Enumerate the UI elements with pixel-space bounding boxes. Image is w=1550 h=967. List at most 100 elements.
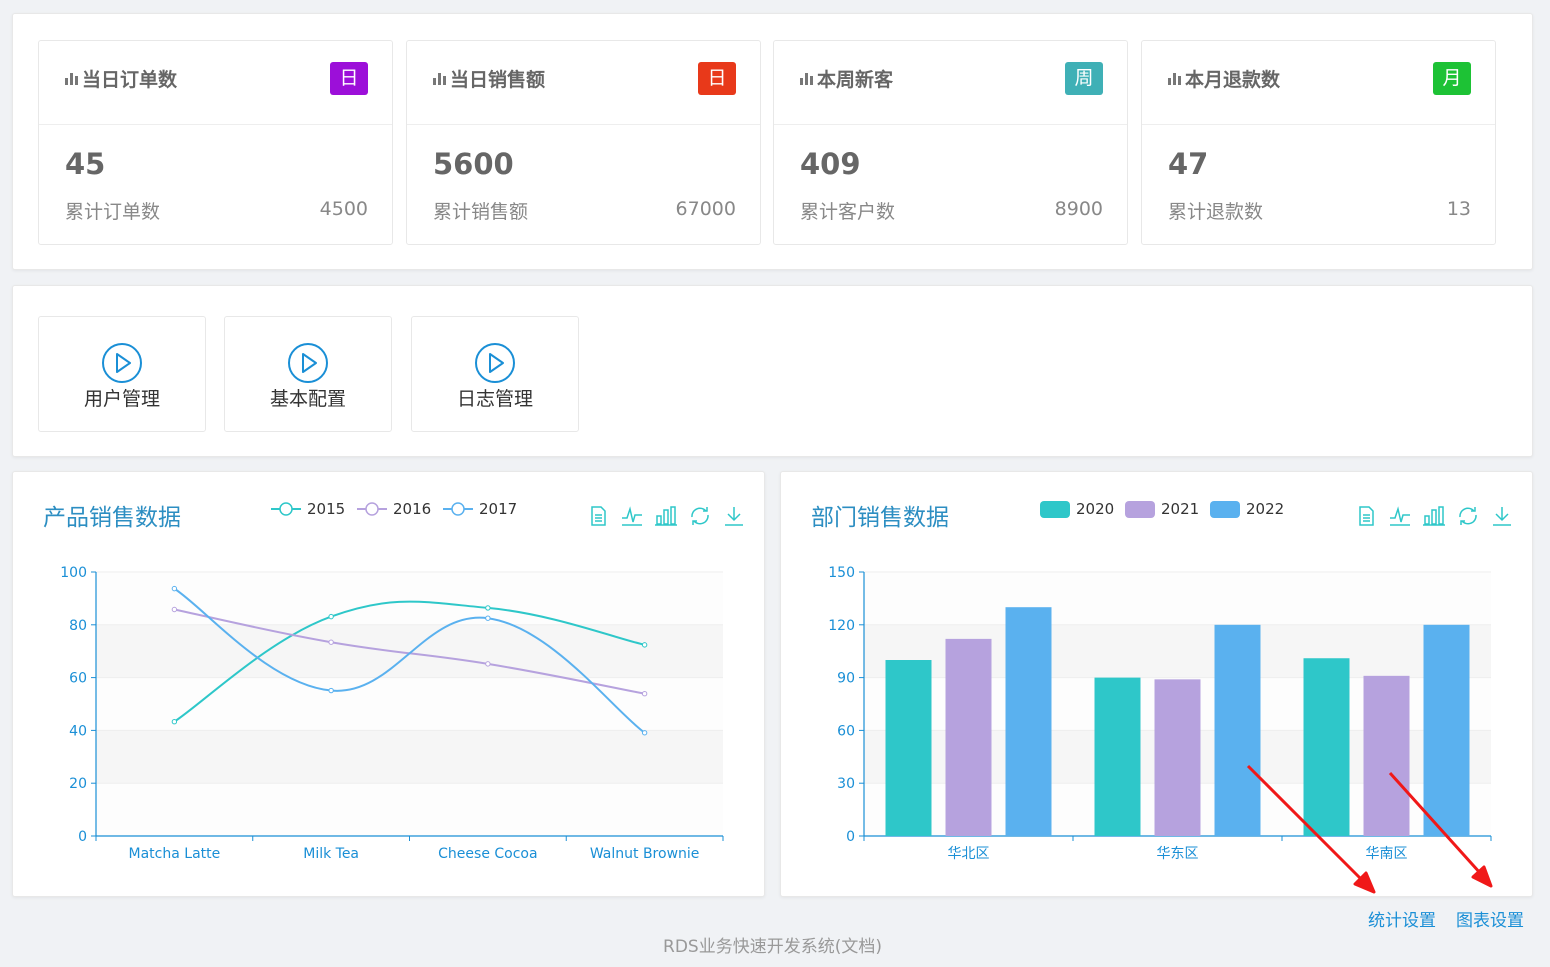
- grid-band: [96, 730, 723, 784]
- legend-swatch: [1125, 500, 1155, 518]
- data-point: [485, 661, 491, 667]
- data-point: [171, 585, 178, 592]
- quick-link-user-management[interactable]: 用户管理: [38, 316, 206, 432]
- bar-2020: [1094, 677, 1141, 836]
- y-tick-label: 30: [837, 776, 855, 792]
- stat-settings-link[interactable]: 统计设置: [1368, 906, 1436, 931]
- period-badge: 月: [1433, 62, 1471, 95]
- legend-label: 2020: [1076, 500, 1115, 518]
- legend-item-2016[interactable]: 2016: [357, 500, 431, 518]
- bar-chart-icon: [1168, 72, 1181, 85]
- stat-sub-value: 67000: [675, 198, 736, 220]
- stat-title: 本周新客: [817, 69, 894, 91]
- chart-toolbox: [1354, 504, 1514, 528]
- data-point: [328, 687, 334, 694]
- bar-2022: [1214, 624, 1261, 836]
- data-point: [641, 730, 648, 736]
- legend-item-2020[interactable]: 2020: [1040, 500, 1114, 518]
- bar-2020: [1303, 658, 1350, 836]
- bar-2022: [1005, 607, 1052, 836]
- save-image-icon[interactable]: [722, 504, 746, 528]
- product-sales-chart-panel: 0 20 40 60 80 100 Matcha Latte Milk Tea Cheese C…: [12, 471, 765, 897]
- legend-swatch: [1040, 500, 1070, 518]
- y-tick-label: 20: [69, 776, 87, 792]
- data-point: [641, 642, 648, 648]
- x-tick-label: Cheese Cocoa: [438, 846, 537, 862]
- data-point: [641, 691, 648, 697]
- period-badge: 周: [1065, 62, 1103, 95]
- data-point: [328, 613, 334, 620]
- y-tick-label: 150: [828, 565, 855, 581]
- stat-title: 本月退款数: [1185, 69, 1281, 91]
- stat-sub-label: 累计销售额: [433, 201, 529, 223]
- line-switch-icon[interactable]: [620, 504, 644, 528]
- legend-swatch: [1210, 500, 1240, 518]
- restore-icon[interactable]: [1456, 504, 1480, 528]
- chart-toolbox: [586, 504, 746, 528]
- quick-links-panel: 用户管理 基本配置 日志管理: [12, 285, 1533, 457]
- stat-card-refunds: 本月退款数 月 47 累计退款数 13: [1141, 40, 1496, 245]
- product-sales-chart: 0 20 40 60 80 100 Matcha Latte Milk Tea Cheese C…: [60, 565, 724, 862]
- stat-card-header: 当日销售额 日: [407, 41, 760, 125]
- play-circle-icon: [475, 343, 515, 383]
- stat-sub-value: 8900: [1054, 198, 1103, 220]
- x-tick-label: 华南区: [1366, 846, 1408, 862]
- legend-line-icon: [443, 502, 473, 516]
- legend-item-2022[interactable]: 2022: [1210, 500, 1284, 518]
- stat-card-header: 当日订单数 日: [39, 41, 392, 125]
- data-point: [485, 605, 491, 611]
- line-switch-icon[interactable]: [1388, 504, 1412, 528]
- quick-link-label: 日志管理: [456, 388, 533, 410]
- stat-sub-value: 13: [1446, 198, 1471, 220]
- y-tick-label: 80: [69, 618, 87, 634]
- chart-settings-link[interactable]: 图表设置: [1456, 906, 1524, 931]
- legend-label: 2022: [1246, 500, 1285, 518]
- stat-card-header: 本月退款数 月: [1142, 41, 1495, 125]
- x-tick-label: Matcha Latte: [129, 846, 221, 862]
- grid-band: [96, 783, 723, 836]
- stat-card-new-customers: 本周新客 周 409 累计客户数 8900: [773, 40, 1128, 245]
- play-circle-icon: [288, 343, 328, 383]
- chart-title: 部门销售数据: [811, 505, 949, 531]
- quick-link-log-management[interactable]: 日志管理: [411, 316, 579, 432]
- stat-value: 409: [800, 147, 861, 181]
- data-point: [328, 639, 334, 645]
- legend-item-2015[interactable]: 2015: [271, 500, 345, 518]
- x-tick-label: Walnut Brownie: [590, 846, 700, 862]
- bar-2021: [945, 638, 992, 836]
- stat-title: 当日订单数: [82, 69, 178, 91]
- legend-item-2017[interactable]: 2017: [443, 500, 517, 518]
- data-point: [171, 718, 178, 725]
- stat-sub-label: 累计订单数: [65, 201, 161, 223]
- department-sales-chart: 0 30 60 90 120 150 华北区 华东区 华南区: [828, 565, 1492, 862]
- data-view-icon[interactable]: [1354, 504, 1378, 528]
- bar-switch-icon[interactable]: [654, 504, 678, 528]
- quick-link-basic-config[interactable]: 基本配置: [224, 316, 392, 432]
- restore-icon[interactable]: [688, 504, 712, 528]
- legend-item-2021[interactable]: 2021: [1125, 500, 1199, 518]
- bar-switch-icon[interactable]: [1422, 504, 1446, 528]
- quick-link-label: 用户管理: [83, 388, 160, 410]
- legend-line-icon: [271, 502, 301, 516]
- chart-title: 产品销售数据: [43, 505, 181, 531]
- data-point: [485, 615, 491, 621]
- bar-chart-icon: [65, 72, 78, 85]
- bar-chart-icon: [433, 72, 446, 85]
- department-sales-chart-panel: 0 30 60 90 120 150 华北区 华东区 华南区 部门销售数据 2020 2021 …: [780, 471, 1533, 897]
- stat-value: 5600: [433, 147, 514, 181]
- period-badge: 日: [330, 62, 368, 95]
- y-tick-label: 40: [69, 723, 87, 739]
- data-view-icon[interactable]: [586, 504, 610, 528]
- legend-label: 2017: [479, 500, 518, 518]
- y-tick-label: 0: [846, 829, 855, 845]
- stat-value: 45: [65, 147, 106, 181]
- legend-label: 2015: [307, 500, 346, 518]
- stat-sub-value: 4500: [319, 198, 368, 220]
- stat-card-header: 本周新客 周: [774, 41, 1127, 125]
- save-image-icon[interactable]: [1490, 504, 1514, 528]
- y-tick-label: 90: [837, 671, 855, 687]
- stat-sub-label: 累计客户数: [800, 201, 896, 223]
- grid-band: [96, 572, 723, 625]
- x-tick-label: Milk Tea: [303, 846, 359, 862]
- y-tick-label: 60: [69, 671, 87, 687]
